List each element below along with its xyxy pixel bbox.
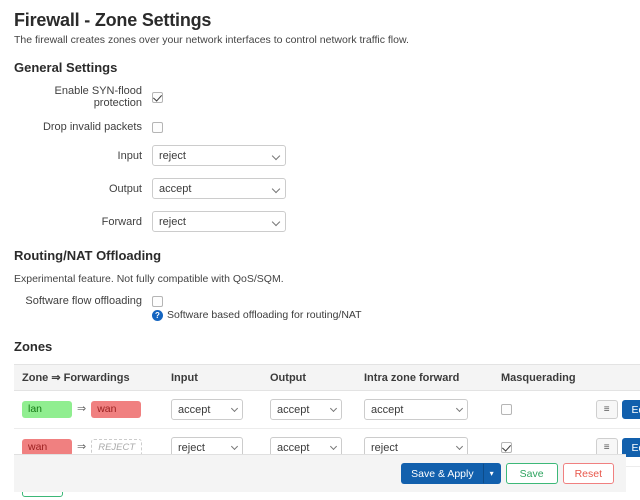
col-header-actions (604, 364, 640, 391)
syn-flood-label: Enable SYN-flood protection (54, 85, 142, 109)
zone-intra-select[interactable]: accept (364, 399, 468, 420)
sort-handle-icon[interactable]: ≡ (595, 400, 618, 419)
zone-target-badge[interactable]: wan (91, 401, 142, 418)
zone-output-select-wrap: accept (270, 399, 342, 420)
syn-flood-checkbox[interactable] (152, 91, 163, 103)
chevron-down-icon[interactable]: ▾ (483, 463, 501, 484)
forward-policy-label: Forward (101, 215, 142, 228)
zone-input-select[interactable]: accept (171, 399, 243, 420)
zones-header-row: Zone ⇒ Forwardings Input Output Intra zo… (14, 364, 640, 391)
output-policy-row: Output accept (14, 178, 626, 199)
zones-heading: Zones (14, 339, 53, 354)
flow-offloading-help: ? Software based offloading for routing/… (152, 309, 626, 321)
drop-invalid-label: Drop invalid packets (42, 121, 142, 133)
col-header-zone: Zone ⇒ Forwardings (14, 364, 163, 391)
drop-invalid-control (152, 121, 163, 133)
input-policy-label: Input (117, 149, 142, 162)
flow-offloading-row: Software flow offloading (14, 295, 626, 307)
forward-arrow-icon: ⇒ (77, 441, 87, 453)
general-settings-heading: General Settings (14, 60, 118, 75)
input-policy-row: Input reject (14, 145, 626, 166)
zone-intra-select-wrap: accept (364, 399, 468, 420)
zone-masquerading-checkbox[interactable] (501, 404, 512, 416)
forward-policy-select[interactable]: reject (152, 211, 286, 232)
save-and-apply-button[interactable]: Save & Apply (401, 463, 484, 484)
zone-actions-cell: ≡ Edit Delete (595, 390, 640, 429)
zone-source-badge[interactable]: lan (22, 401, 72, 418)
page-title: Firewall - Zone Settings (14, 10, 212, 30)
flow-offloading-label: Software flow offloading (25, 295, 142, 307)
input-policy-select-wrap: reject (152, 145, 286, 166)
reset-button[interactable]: Reset (562, 463, 614, 484)
firewall-zone-settings-page: Firewall - Zone Settings The firewall cr… (0, 0, 640, 500)
offloading-note: Experimental feature. Not fully compatib… (14, 273, 284, 285)
zone-input-select-wrap: accept (171, 399, 243, 420)
col-header-input: Input (163, 364, 262, 391)
flow-offloading-checkbox[interactable] (152, 295, 163, 307)
save-apply-split-button: Save & Apply ▾ (401, 463, 501, 484)
zone-masquerading-checkbox[interactable] (501, 442, 512, 454)
page-subtitle: The firewall creates zones over your net… (14, 34, 409, 46)
info-icon: ? (152, 309, 163, 321)
zone-forwardings-cell: lan ⇒ wan (14, 390, 163, 429)
output-policy-select-wrap: accept (152, 178, 286, 199)
forward-arrow-icon: ⇒ (77, 403, 87, 415)
forward-policy-select-wrap: reject (152, 211, 286, 232)
zones-table-head: Zone ⇒ Forwardings Input Output Intra zo… (14, 364, 640, 391)
zone-output-cell: accept (262, 390, 356, 429)
input-policy-select[interactable]: reject (152, 145, 286, 166)
flow-offloading-help-text: Software based offloading for routing/NA… (167, 309, 362, 321)
output-policy-select[interactable]: accept (152, 178, 286, 199)
save-button[interactable]: Save (505, 463, 558, 484)
zone-masquerading-cell (493, 390, 604, 429)
zone-actions: ≡ Edit Delete (595, 400, 640, 419)
syn-flood-control (152, 91, 163, 103)
table-row: lan ⇒ wan accept accept accept ≡ E (14, 390, 640, 429)
col-header-output: Output (262, 364, 356, 391)
output-policy-label: Output (108, 182, 142, 195)
zone-input-cell: accept (163, 390, 262, 429)
col-header-intra: Intra zone forward (356, 364, 493, 391)
drop-invalid-checkbox[interactable] (152, 121, 163, 133)
zone-flow: lan ⇒ wan (22, 401, 155, 418)
col-header-masquerading: Masquerading (493, 364, 604, 391)
syn-flood-row: Enable SYN-flood protection (14, 85, 626, 109)
zone-intra-cell: accept (356, 390, 493, 429)
zone-output-select[interactable]: accept (270, 399, 342, 420)
footer-action-bar: Save & Apply ▾ Save Reset (14, 454, 626, 492)
edit-button[interactable]: Edit (621, 400, 640, 419)
drop-invalid-row: Drop invalid packets (14, 121, 626, 133)
zones-table: Zone ⇒ Forwardings Input Output Intra zo… (14, 364, 640, 467)
forward-policy-row: Forward reject (14, 211, 626, 232)
offloading-heading: Routing/NAT Offloading (14, 248, 162, 263)
